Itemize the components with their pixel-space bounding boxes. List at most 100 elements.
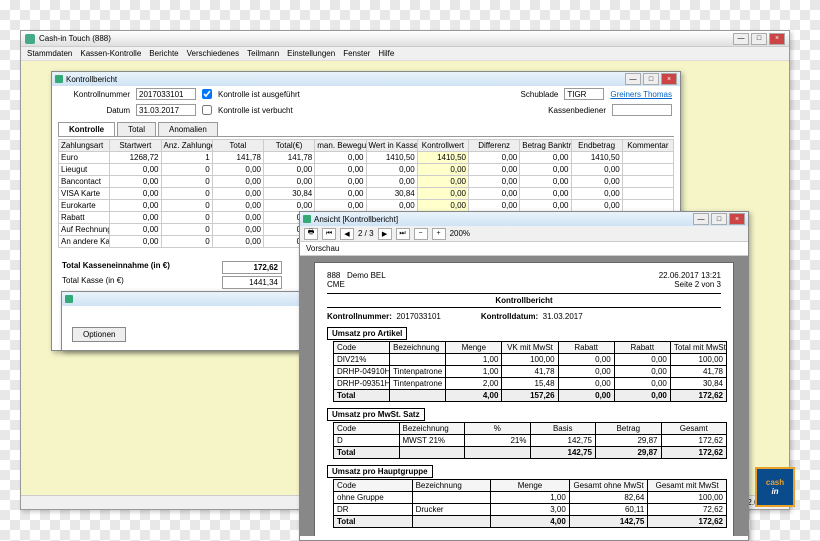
schublade-label: Schublade bbox=[521, 90, 559, 99]
menu-stammdaten[interactable]: Stammdaten bbox=[27, 49, 72, 58]
titlebar: Cash-in Touch (888) — □ × bbox=[21, 31, 789, 47]
kontroll-min-button[interactable]: — bbox=[625, 73, 641, 85]
menu-einstellungen[interactable]: Einstellungen bbox=[287, 49, 335, 58]
prev-page-icon[interactable]: ◀ bbox=[340, 228, 354, 240]
menu-teilmann[interactable]: Teilmann bbox=[247, 49, 279, 58]
col-header: Total bbox=[212, 140, 263, 152]
main-window: Cash-in Touch (888) — □ × Stammdaten Kas… bbox=[20, 30, 790, 510]
table-row: DMWST 21%21%142,7529,87172,62 bbox=[334, 435, 727, 447]
col-header: Anz. Zahlungen bbox=[161, 140, 212, 152]
logo-l1: cash bbox=[766, 478, 784, 487]
page-indicator: 2 / 3 bbox=[358, 229, 374, 238]
menu-fenster[interactable]: Fenster bbox=[343, 49, 370, 58]
table-row: ohne Gruppe1,0082,64100,00 bbox=[334, 492, 727, 504]
artikel-table: CodeBezeichnungMengeVK mit MwStRabattRab… bbox=[333, 341, 727, 402]
table-row[interactable]: Euro1268,721141,78141,780,001410,501410,… bbox=[59, 152, 674, 164]
zoom-out-icon[interactable]: − bbox=[414, 228, 428, 240]
meta-v1: 2017033101 bbox=[396, 312, 441, 321]
kontroll-max-button[interactable]: □ bbox=[643, 73, 659, 85]
hdr-num: 888 bbox=[327, 271, 340, 280]
hdr-datetime: 22.06.2017 13:21 bbox=[659, 271, 721, 280]
table-row[interactable]: Bancontact0,0000,000,000,000,000,000,000… bbox=[59, 176, 674, 188]
col-header: Kommentar bbox=[622, 140, 673, 152]
zoom-level: 200% bbox=[450, 229, 470, 238]
ausgefuehrt-checkbox[interactable] bbox=[202, 89, 212, 99]
mwst-table: CodeBezeichnung%BasisBetragGesamtDMWST 2… bbox=[333, 422, 727, 459]
window-icon bbox=[55, 75, 63, 83]
hdr-code: CME bbox=[327, 280, 345, 289]
hauptgruppe-table: CodeBezeichnungMengeGesamt ohne MwStGesa… bbox=[333, 479, 727, 528]
kassenbediener-label: Kassenbediener bbox=[548, 106, 606, 115]
ansicht-titlebar: Ansicht [Kontrollbericht] — □ × bbox=[300, 212, 748, 226]
kassenbediener-input[interactable] bbox=[612, 104, 672, 116]
datum-label: Datum bbox=[60, 106, 130, 115]
zoom-in-icon[interactable]: + bbox=[432, 228, 446, 240]
bediener-link[interactable]: Greiners Thomas bbox=[610, 90, 672, 99]
kontrollnummer-input[interactable] bbox=[136, 88, 196, 100]
col-header: Startwert bbox=[110, 140, 161, 152]
meta-k2: Kontrolldatum: bbox=[481, 312, 538, 321]
col-header: man. Bewegungen bbox=[315, 140, 366, 152]
table-row[interactable]: Eurokarte0,0000,000,000,000,000,000,000,… bbox=[59, 200, 674, 212]
optionen-button-2[interactable]: Optionen bbox=[72, 327, 126, 342]
total-row: Total Kasse (in €)1441,34 bbox=[62, 275, 282, 290]
col-header: Wert in Kasse bbox=[366, 140, 417, 152]
total-row: Total4,00157,260,000,00172,62 bbox=[334, 390, 727, 402]
ansicht-min-button[interactable]: — bbox=[693, 213, 709, 225]
menu-berichte[interactable]: Berichte bbox=[149, 49, 178, 58]
cashin-logo: cash in bbox=[755, 467, 795, 507]
next-page-icon[interactable]: ▶ bbox=[378, 228, 392, 240]
window-icon bbox=[303, 215, 311, 223]
close-button[interactable]: × bbox=[769, 33, 785, 45]
last-page-icon[interactable]: ⏭ bbox=[396, 228, 410, 240]
kontrollnummer-label: Kontrollnummer bbox=[60, 90, 130, 99]
vorschau-label: Vorschau bbox=[306, 244, 339, 253]
ansicht-max-button[interactable]: □ bbox=[711, 213, 727, 225]
total-row: Total142,7529,87172,62 bbox=[334, 447, 727, 459]
section-mwst-header: Umsatz pro MwSt. Satz bbox=[327, 408, 425, 421]
kontroll-tabs: Kontrolle Total Anomalien bbox=[58, 122, 674, 137]
minimize-button[interactable]: — bbox=[733, 33, 749, 45]
menu-kassenkontrolle[interactable]: Kassen-Kontrolle bbox=[80, 49, 141, 58]
table-row[interactable]: VISA Karte0,0000,0030,840,0030,840,000,0… bbox=[59, 188, 674, 200]
print-icon[interactable]: 🖶 bbox=[304, 228, 318, 240]
verbucht-checkbox[interactable] bbox=[202, 105, 212, 115]
kontroll-close-button[interactable]: × bbox=[661, 73, 677, 85]
hdr-name: Demo BEL bbox=[347, 271, 386, 280]
maximize-button[interactable]: □ bbox=[751, 33, 767, 45]
meta-k1: Kontrollnummer: bbox=[327, 312, 392, 321]
total-row: Total Kasseneinnahme (in €)172,62 bbox=[62, 260, 282, 275]
ansicht-window: Ansicht [Kontrollbericht] — □ × 🖶 ⏮ ◀ 2 … bbox=[299, 211, 749, 541]
logo-l2: in bbox=[771, 487, 778, 496]
first-page-icon[interactable]: ⏮ bbox=[322, 228, 336, 240]
table-row: DIV21%1,00100,000,000,00100,00 bbox=[334, 354, 727, 366]
col-header: Endbetrag bbox=[571, 140, 622, 152]
tab-anomalien[interactable]: Anomalien bbox=[158, 122, 218, 136]
col-header: Zahlungsart bbox=[59, 140, 110, 152]
section-hauptgruppe-header: Umsatz pro Hauptgruppe bbox=[327, 465, 433, 478]
table-row: DRHP-09351HP-BLTintenpatrone HP N° 21 Bl… bbox=[334, 378, 727, 390]
col-header: Total(€) bbox=[264, 140, 315, 152]
tab-total[interactable]: Total bbox=[117, 122, 156, 136]
kontroll-title: Kontrollbericht bbox=[66, 75, 117, 84]
meta-v2: 31.03.2017 bbox=[543, 312, 583, 321]
col-header: Kontrollwert bbox=[417, 140, 468, 152]
table-row[interactable]: Lieugut0,0000,000,000,000,000,000,000,00… bbox=[59, 164, 674, 176]
table-row: DRDrucker3,0060,1172,62 bbox=[334, 504, 727, 516]
table-row: DRHP-04910HP-BLTintenpatrone HP N° 82 Bl… bbox=[334, 366, 727, 378]
datum-input[interactable] bbox=[136, 104, 196, 116]
tab-kontrolle[interactable]: Kontrolle bbox=[58, 122, 115, 136]
report-page: 888 Demo BEL 22.06.2017 13:21 CME Seite … bbox=[314, 262, 734, 536]
menu-verschiedenes[interactable]: Verschiedenes bbox=[187, 49, 239, 58]
menu-hilfe[interactable]: Hilfe bbox=[378, 49, 394, 58]
ansicht-close-button[interactable]: × bbox=[729, 213, 745, 225]
report-toolbar: 🖶 ⏮ ◀ 2 / 3 ▶ ⏭ − + 200% bbox=[300, 226, 748, 242]
schublade-input[interactable] bbox=[564, 88, 604, 100]
col-header: Differenz bbox=[469, 140, 520, 152]
kontroll-titlebar: Kontrollbericht — □ × bbox=[52, 72, 680, 86]
section-artikel-header: Umsatz pro Artikel bbox=[327, 327, 407, 340]
app-icon bbox=[25, 34, 35, 44]
total-row: Total4,00142,75172,62 bbox=[334, 516, 727, 528]
hdr-seite: Seite 2 von 3 bbox=[674, 280, 721, 289]
app-title: Cash-in Touch (888) bbox=[39, 34, 111, 43]
